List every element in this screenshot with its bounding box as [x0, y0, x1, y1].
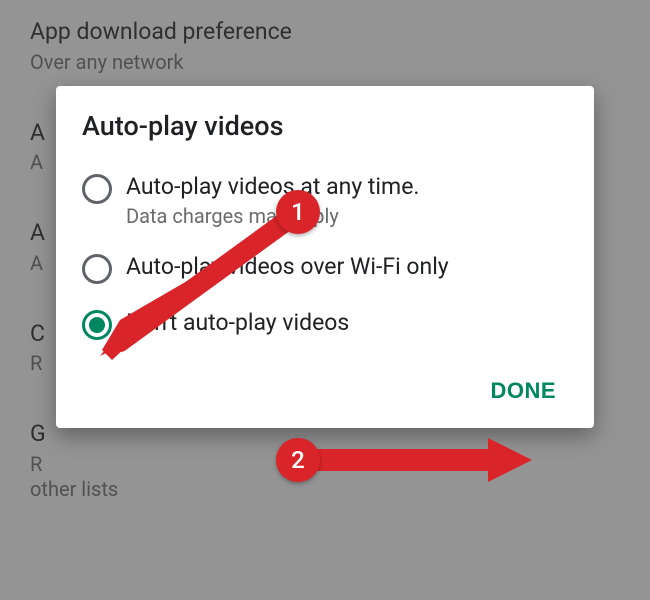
radio-icon[interactable] [82, 174, 112, 204]
option-text: Don't auto-play videos [126, 308, 568, 338]
option-label: Auto-play videos over Wi-Fi only [126, 252, 568, 282]
option-label: Auto-play videos at any time. [126, 172, 568, 202]
option-autoplay-wifi-only[interactable]: Auto-play videos over Wi-Fi only [82, 242, 568, 298]
dialog-actions: DONE [82, 354, 568, 414]
option-dont-autoplay[interactable]: Don't auto-play videos [82, 298, 568, 354]
radio-icon[interactable] [82, 254, 112, 284]
done-button[interactable]: DONE [478, 368, 568, 414]
dialog-title: Auto-play videos [82, 110, 568, 142]
option-autoplay-any-time[interactable]: Auto-play videos at any time. Data charg… [82, 162, 568, 242]
option-text: Auto-play videos over Wi-Fi only [126, 252, 568, 282]
option-text: Auto-play videos at any time. Data charg… [126, 172, 568, 228]
option-sub: Data charges may apply [126, 204, 568, 228]
autoplay-dialog: Auto-play videos Auto-play videos at any… [56, 86, 594, 428]
radio-icon[interactable] [82, 310, 112, 340]
option-label: Don't auto-play videos [126, 308, 568, 338]
